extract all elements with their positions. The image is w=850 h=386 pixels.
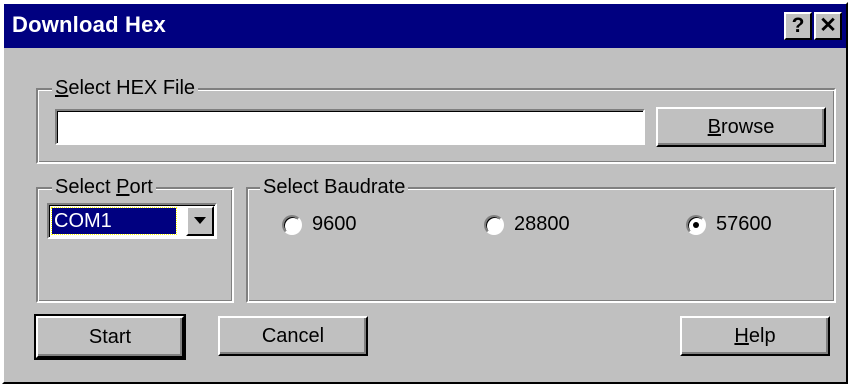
cancel-button[interactable]: Cancel [218, 316, 368, 356]
baudrate-group [246, 187, 836, 303]
hex-file-group-label: Select HEX File [52, 76, 199, 100]
port-selected-value: COM1 [51, 207, 177, 235]
baud-option-57600[interactable]: 57600 [686, 213, 772, 236]
help-icon[interactable]: ? [784, 12, 812, 40]
port-group-label: Select Port [52, 175, 156, 199]
window-title: Download Hex [12, 12, 166, 37]
baud-option-9600[interactable]: 9600 [282, 213, 357, 236]
port-select[interactable]: COM1 [47, 203, 217, 239]
hex-file-path-input[interactable] [55, 109, 645, 145]
chevron-down-icon[interactable] [186, 206, 214, 236]
title-bar[interactable]: Download Hex ? ✕ [4, 4, 846, 48]
radio-57600[interactable] [686, 214, 706, 235]
help-button[interactable]: Help [680, 316, 830, 356]
baud-option-28800[interactable]: 28800 [484, 213, 570, 236]
radio-9600[interactable] [282, 214, 302, 235]
start-button[interactable]: Start [34, 314, 186, 360]
browse-button[interactable]: Browse [656, 107, 826, 147]
close-icon[interactable]: ✕ [814, 12, 842, 40]
radio-28800[interactable] [484, 214, 504, 235]
baudrate-group-label: Select Baudrate [260, 175, 409, 199]
